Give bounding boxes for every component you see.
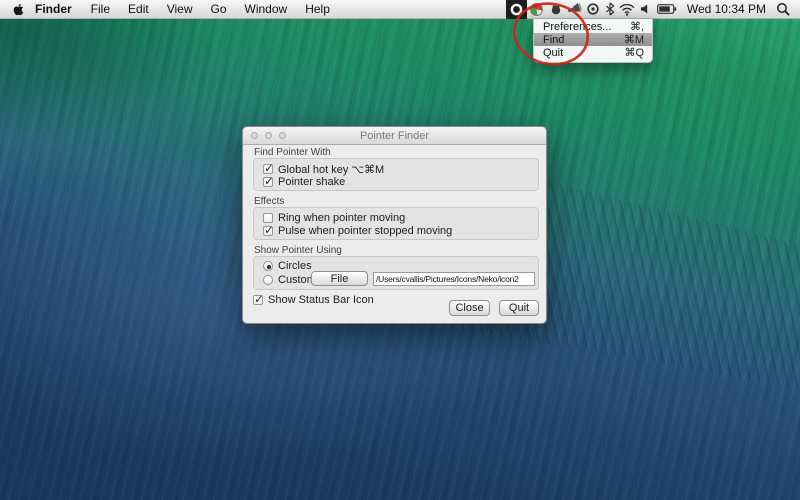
target-status-icon[interactable] — [584, 0, 603, 19]
volume-status-icon[interactable] — [638, 0, 655, 19]
section-label-find-pointer-with: Find Pointer With — [254, 147, 331, 158]
spotlight-status-icon[interactable] — [774, 0, 792, 19]
wifi-status-icon[interactable] — [617, 0, 638, 19]
label-global-hot-key: Global hot key ⌥⌘M — [278, 163, 384, 176]
color-app-icon — [530, 3, 543, 16]
custom-path-field[interactable]: /Users/cvallis/Pictures/Icons/Neko/icon2 — [373, 272, 535, 286]
label-pointer-shake: Pointer shake — [278, 176, 345, 188]
volume-icon — [640, 3, 652, 15]
quit-button[interactable]: Quit — [499, 300, 539, 316]
label-ring-when-moving: Ring when pointer moving — [278, 212, 405, 224]
menu-app-name[interactable]: Finder — [27, 0, 82, 18]
shortcut-quit: ⌘Q — [624, 46, 644, 59]
menu-item-quit[interactable]: Quit ⌘Q — [534, 46, 652, 59]
shortcut-find: ⌘M — [624, 33, 644, 46]
menu-item-preferences[interactable]: Preferences... ⌘, — [534, 20, 652, 33]
bluetooth-icon — [605, 2, 615, 16]
battery-icon — [657, 3, 677, 15]
flashlight-status-icon[interactable] — [565, 0, 584, 19]
pointer-finder-window: Pointer Finder Find Pointer With Global … — [242, 126, 547, 324]
checkbox-ring-when-moving[interactable] — [263, 213, 273, 223]
row-pulse-when-stopped: Pulse when pointer stopped moving — [263, 225, 452, 237]
file-button[interactable]: File — [311, 271, 368, 286]
row-circles: Circles — [263, 260, 312, 272]
checkbox-pointer-shake[interactable] — [263, 177, 273, 187]
apple-icon — [13, 3, 24, 16]
desktop: Finder File Edit View Go Window Help — [0, 0, 800, 500]
menu-go[interactable]: Go — [202, 0, 236, 18]
row-global-hot-key: Global hot key ⌥⌘M — [263, 163, 384, 175]
battery-status-icon[interactable] — [655, 0, 680, 19]
menu-file[interactable]: File — [82, 0, 119, 18]
checkbox-pulse-when-stopped[interactable] — [263, 226, 273, 236]
shortcut-preferences: ⌘, — [630, 20, 644, 33]
label-show-status-bar-icon: Show Status Bar Icon — [268, 294, 374, 306]
flashlight-icon — [567, 2, 582, 16]
status-dropdown-menu: Preferences... ⌘, Find ⌘M Quit ⌘Q — [533, 19, 653, 63]
label-pulse-when-stopped: Pulse when pointer stopped moving — [278, 225, 452, 237]
section-label-show-pointer-using: Show Pointer Using — [254, 245, 342, 256]
menu-bar: Finder File Edit View Go Window Help — [0, 0, 800, 19]
menu-edit[interactable]: Edit — [119, 0, 158, 18]
row-custom: Custom — [263, 274, 316, 286]
target-icon — [509, 2, 524, 17]
color-app-status-icon[interactable] — [527, 0, 547, 19]
close-button[interactable]: Close — [449, 300, 490, 316]
menu-view[interactable]: View — [158, 0, 202, 18]
wifi-icon — [619, 3, 635, 16]
menu-help[interactable]: Help — [296, 0, 339, 18]
radio-circles[interactable] — [263, 261, 273, 271]
bluetooth-status-icon[interactable] — [603, 0, 617, 19]
row-pointer-shake: Pointer shake — [263, 176, 345, 188]
mouse-critter-status-icon[interactable] — [547, 0, 565, 19]
checkbox-global-hot-key[interactable] — [263, 164, 273, 174]
row-ring-when-moving: Ring when pointer moving — [263, 212, 405, 224]
radio-custom[interactable] — [263, 275, 273, 285]
menu-window[interactable]: Window — [236, 0, 297, 18]
title-bar[interactable]: Pointer Finder — [243, 127, 546, 145]
pointer-finder-status-icon-active[interactable] — [506, 0, 527, 19]
apple-menu[interactable] — [9, 0, 27, 18]
label-circles: Circles — [278, 260, 312, 272]
row-show-status-bar-icon: Show Status Bar Icon — [253, 294, 374, 306]
menu-bar-clock[interactable]: Wed 10:34 PM — [680, 2, 774, 16]
mouse-critter-icon — [549, 2, 563, 16]
menu-item-find[interactable]: Find ⌘M — [534, 33, 652, 46]
section-label-effects: Effects — [254, 196, 284, 207]
spotlight-search-icon — [776, 2, 790, 16]
checkbox-show-status-bar-icon[interactable] — [253, 295, 263, 305]
target-dot-icon — [586, 2, 600, 16]
window-title: Pointer Finder — [243, 130, 546, 142]
